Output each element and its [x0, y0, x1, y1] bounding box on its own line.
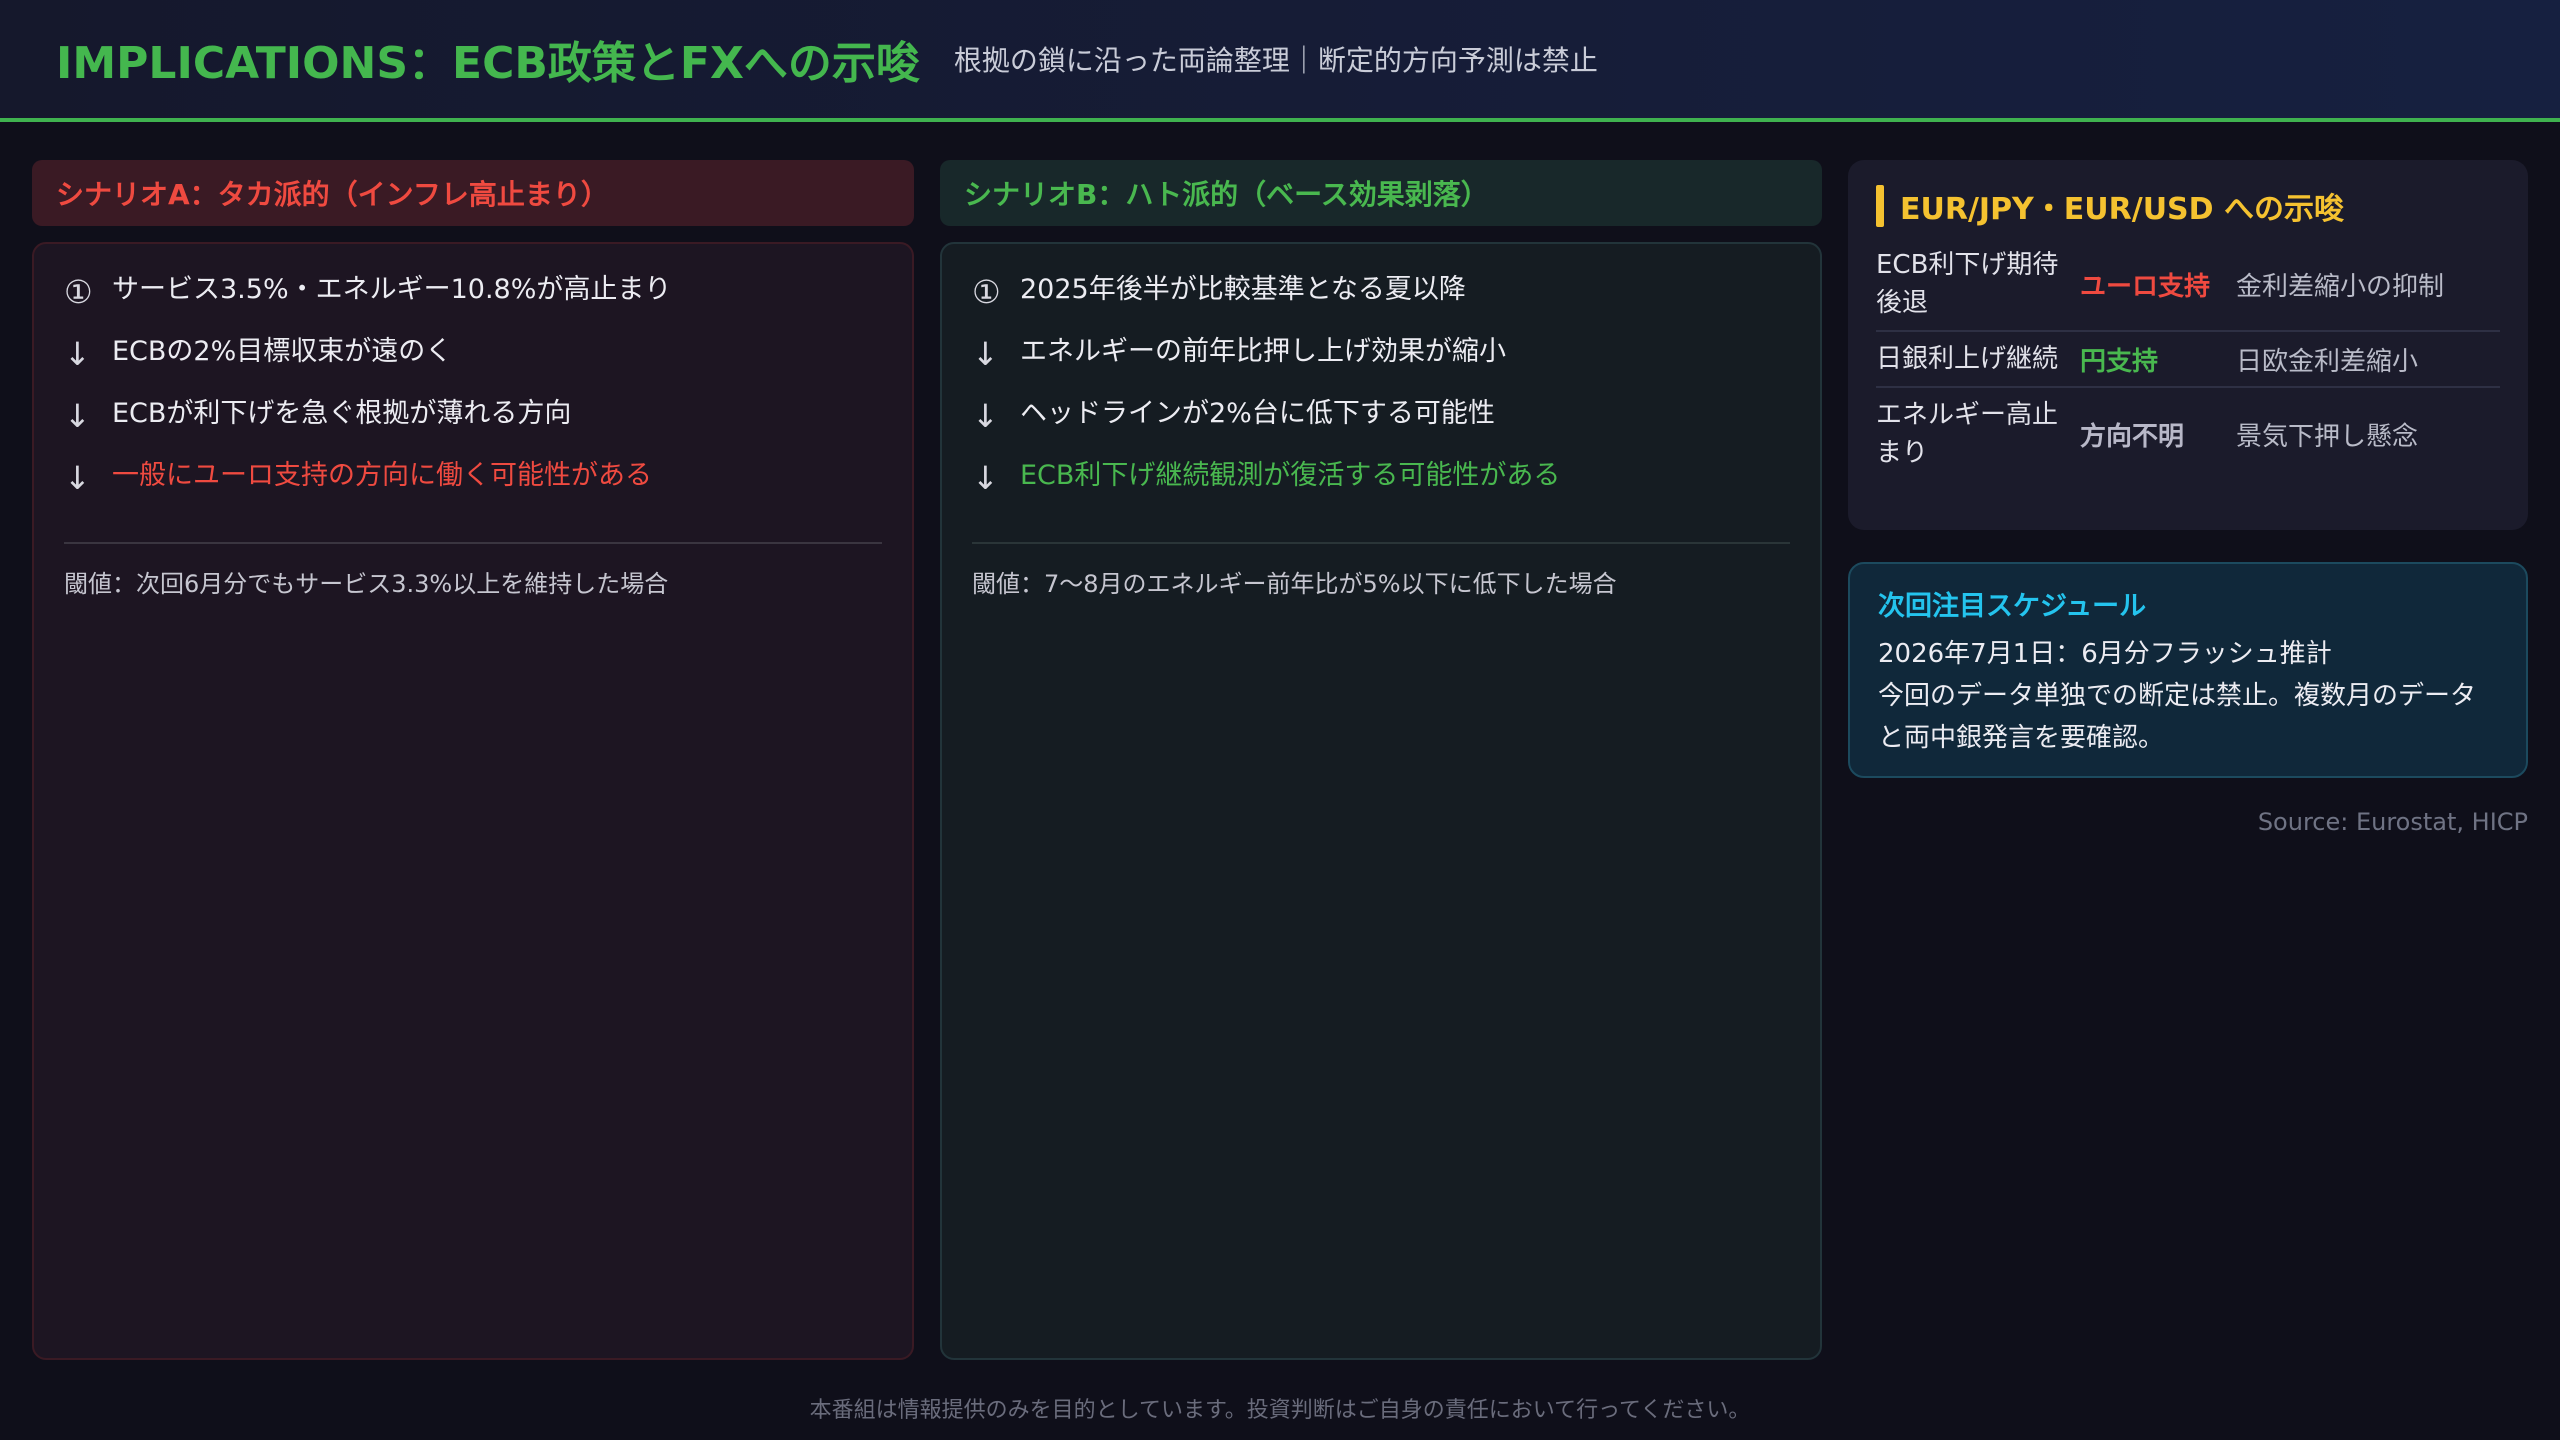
circled-one-icon: ①: [64, 273, 93, 311]
arrow-down-icon: ↓: [64, 397, 91, 435]
fx-title-text: EUR/JPY・EUR/USD への示唆: [1900, 192, 2345, 227]
step-conclusion: ECB利下げ継続観測が復活する可能性がある: [1020, 460, 1561, 491]
step-text: 2025年後半が比較基準となる夏以降: [1020, 274, 1466, 305]
scenario-b-step: ↓ ヘッドラインが2%台に低下する可能性: [972, 394, 1790, 456]
step-text: ECBが利下げを急ぐ根拠が薄れる方向: [112, 398, 572, 429]
divider: [64, 542, 882, 544]
schedule-note: 今回のデータ単独での断定は禁止。複数月のデータと両中銀発言を要確認。: [1878, 681, 2477, 753]
step-text: サービス3.5%・エネルギー10.8%が高止まり: [112, 274, 672, 305]
fx-note: 景気下押し懸念: [2236, 421, 2419, 452]
scenario-b-panel: ① 2025年後半が比較基準となる夏以降 ↓ エネルギーの前年比押し上げ効果が縮…: [940, 242, 1822, 1360]
scenario-b-step: ① 2025年後半が比較基準となる夏以降: [972, 270, 1790, 332]
scenario-a-step: ① サービス3.5%・エネルギー10.8%が高止まり: [64, 270, 882, 332]
fx-title: EUR/JPY・EUR/USD への示唆: [1876, 184, 2500, 228]
schedule-title: 次回注目スケジュール: [1878, 591, 2147, 622]
arrow-down-icon: ↓: [64, 335, 91, 373]
scenario-a-threshold: 閾値：次回6月分でもサービス3.3%以上を維持した場合: [64, 570, 669, 598]
fx-condition: エネルギー高止まり: [1876, 400, 2059, 468]
step-text: エネルギーの前年比押し上げ効果が縮小: [1020, 336, 1506, 367]
header: IMPLICATIONS：ECB政策とFXへの示唆 根拠の鎖に沿った両論整理｜断…: [0, 0, 2560, 122]
circled-one-icon: ①: [972, 273, 1001, 311]
fx-condition: 日銀利上げ継続: [1876, 344, 2059, 374]
scenario-b-title: シナリオB：ハト派的（ベース効果剥落）: [940, 160, 1822, 226]
page-subtitle: 根拠の鎖に沿った両論整理｜断定的方向予測は禁止: [953, 44, 1598, 77]
scenario-b-step: ↓ ECB利下げ継続観測が復活する可能性がある: [972, 456, 1790, 518]
fx-row: ECB利下げ期待後退 ユーロ支持 金利差縮小の抑制: [1876, 238, 2500, 332]
step-text: ECBの2%目標収束が遠のく: [112, 336, 453, 367]
fx-condition: ECB利下げ期待後退: [1876, 250, 2059, 318]
fx-note: 日欧金利差縮小: [2236, 346, 2419, 377]
scenario-a-step: ↓ ECBが利下げを急ぐ根拠が薄れる方向: [64, 394, 882, 456]
fx-direction: ユーロ支持: [2080, 271, 2211, 302]
schedule-card: 次回注目スケジュール 2026年7月1日：6月分フラッシュ推計 今回のデータ単独…: [1848, 562, 2528, 778]
step-text: ヘッドラインが2%台に低下する可能性: [1020, 398, 1495, 429]
fx-implications-card: EUR/JPY・EUR/USD への示唆 ECB利下げ期待後退 ユーロ支持 金利…: [1848, 160, 2528, 530]
scenario-b-step: ↓ エネルギーの前年比押し上げ効果が縮小: [972, 332, 1790, 394]
fx-note: 金利差縮小の抑制: [2236, 271, 2445, 302]
scenario-a-panel: ① サービス3.5%・エネルギー10.8%が高止まり ↓ ECBの2%目標収束が…: [32, 242, 914, 1360]
schedule-date: 2026年7月1日：6月分フラッシュ推計: [1878, 639, 2332, 669]
scenario-a-step: ↓ ECBの2%目標収束が遠のく: [64, 332, 882, 394]
fx-row: エネルギー高止まり 方向不明 景気下押し懸念: [1876, 388, 2500, 480]
arrow-down-icon: ↓: [64, 459, 91, 497]
arrow-down-icon: ↓: [972, 335, 999, 373]
disclaimer: 本番組は情報提供のみを目的としています。投資判断はご自身の責任において行ってくだ…: [809, 1398, 1751, 1423]
step-conclusion: 一般にユーロ支持の方向に働く可能性がある: [112, 460, 652, 491]
page-title: IMPLICATIONS：ECB政策とFXへの示唆: [56, 38, 920, 89]
fx-row: 日銀利上げ継続 円支持 日欧金利差縮小: [1876, 332, 2500, 388]
divider: [972, 542, 1790, 544]
arrow-down-icon: ↓: [972, 459, 999, 497]
accent-bar: [1876, 185, 1884, 227]
fx-direction: 方向不明: [2080, 421, 2185, 452]
source-credit: Source: Eurostat, HICP: [2257, 808, 2528, 836]
scenario-b-threshold: 閾値：7〜8月のエネルギー前年比が5%以下に低下した場合: [972, 570, 1617, 598]
arrow-down-icon: ↓: [972, 397, 999, 435]
fx-direction: 円支持: [2080, 346, 2159, 377]
scenario-a-title: シナリオA：タカ派的（インフレ高止まり）: [32, 160, 914, 226]
scenario-a-step: ↓ 一般にユーロ支持の方向に働く可能性がある: [64, 456, 882, 518]
